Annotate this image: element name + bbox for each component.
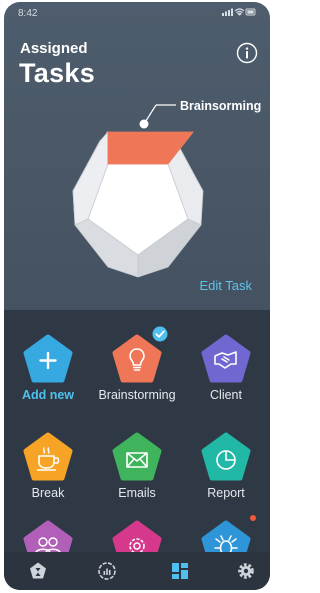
status-time: 8:42 xyxy=(18,8,38,19)
settings-icon[interactable] xyxy=(236,561,256,581)
coffee-icon xyxy=(23,432,73,481)
task-grid: Add new Brainstorming Client Break Email… xyxy=(4,310,270,569)
notification-dot xyxy=(250,515,256,521)
progress-icon[interactable] xyxy=(97,561,117,581)
edit-task-link[interactable]: Edit Task xyxy=(199,278,252,293)
hourglass-icon[interactable] xyxy=(28,561,48,581)
tile-report[interactable]: Report xyxy=(182,432,270,500)
status-bar: 8:42 xyxy=(4,2,270,24)
tile-label: Client xyxy=(210,388,242,402)
tile-brainstorming[interactable]: Brainstorming xyxy=(93,326,181,402)
envelope-icon xyxy=(112,432,162,481)
selected-face-label: Brainsorming xyxy=(180,99,262,113)
handshake-icon xyxy=(201,334,251,383)
tile-label: Add new xyxy=(21,388,75,402)
page-title: Tasks xyxy=(19,58,96,88)
dodecahedron[interactable] xyxy=(4,97,270,287)
plus-icon xyxy=(23,334,73,383)
tab-bar xyxy=(4,552,270,590)
page-subtitle: Assigned xyxy=(20,40,88,57)
callout-dot xyxy=(139,119,149,129)
app-screen: 8:42 Assigned Tasks Brainsorming Edit Ta… xyxy=(4,2,270,590)
tile-label: Emails xyxy=(118,486,156,500)
info-icon[interactable] xyxy=(236,42,258,64)
signal-icon xyxy=(222,8,233,16)
tile-client[interactable]: Client xyxy=(182,334,270,402)
status-icons xyxy=(222,7,256,20)
wifi-icon xyxy=(234,8,245,16)
pie-chart-icon xyxy=(201,432,251,481)
tile-break[interactable]: Break xyxy=(4,432,92,500)
tile-emails[interactable]: Emails xyxy=(93,432,181,500)
grid-icon[interactable] xyxy=(170,561,190,581)
battery-icon xyxy=(245,8,256,16)
tile-label: Break xyxy=(31,486,65,500)
tile-label: Report xyxy=(207,486,245,500)
check-icon xyxy=(152,326,168,342)
tile-label: Brainstorming xyxy=(98,388,176,402)
tile-add-new[interactable]: Add new xyxy=(4,334,92,402)
